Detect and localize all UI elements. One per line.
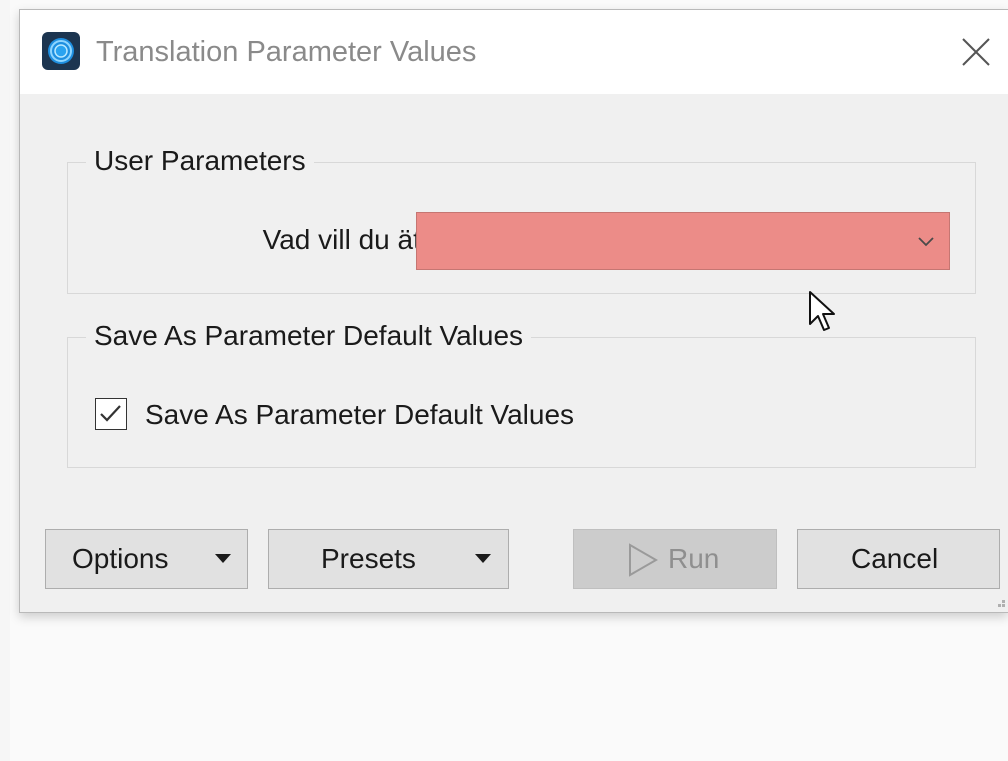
- app-logo-icon: [42, 32, 80, 70]
- mouse-pointer-icon: [809, 291, 835, 331]
- options-button[interactable]: Options: [45, 529, 248, 589]
- presets-button-label: Presets: [321, 543, 416, 574]
- caret-down-icon: [475, 554, 491, 563]
- save-defaults-title: Save As Parameter Default Values: [86, 318, 532, 354]
- close-button[interactable]: [950, 26, 1002, 78]
- presets-button[interactable]: Presets: [268, 529, 509, 589]
- cancel-button[interactable]: Cancel: [797, 529, 1000, 589]
- translation-parameter-dialog: Translation Parameter Values User Parame…: [19, 9, 1008, 613]
- close-icon: [962, 38, 990, 66]
- play-icon: [629, 543, 659, 577]
- run-button-label: Run: [668, 543, 720, 574]
- chevron-down-icon: [918, 237, 934, 247]
- options-button-label: Options: [72, 543, 169, 574]
- caret-down-icon: [215, 554, 231, 563]
- background-strip: [0, 0, 10, 761]
- window-title: Translation Parameter Values: [96, 36, 477, 68]
- resize-grip-icon[interactable]: [994, 596, 1006, 608]
- save-defaults-checkbox-label[interactable]: Save As Parameter Default Values: [145, 397, 574, 433]
- food-question-dropdown[interactable]: [416, 212, 950, 270]
- checkmark-icon: [100, 405, 121, 422]
- run-button[interactable]: Run: [573, 529, 777, 589]
- title-bar[interactable]: Translation Parameter Values: [20, 10, 1008, 94]
- user-parameters-title: User Parameters: [86, 143, 314, 179]
- cancel-button-label: Cancel: [851, 543, 939, 574]
- save-defaults-checkbox[interactable]: [95, 398, 127, 430]
